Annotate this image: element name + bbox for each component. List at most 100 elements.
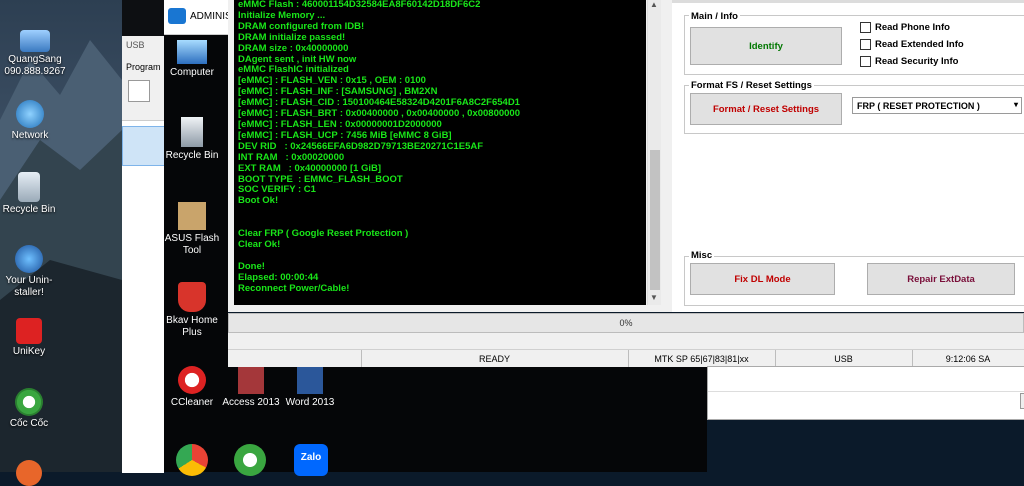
identify-button[interactable]: Identify — [690, 27, 842, 65]
desktop-icon-recycle-bin[interactable]: Recycle Bin — [0, 172, 64, 216]
desktop-icon-coccoc[interactable]: Cốc Cốc — [0, 388, 64, 430]
inner-icon-asus-flash-tool[interactable]: ASUS Flash Tool — [161, 202, 223, 257]
log-line: Elapsed: 00:00:44 — [238, 271, 319, 283]
status-platform: MTK SP 65|67|83|81|xx — [628, 350, 776, 367]
status-state: READY — [361, 350, 629, 367]
log-scrollbar[interactable]: ▲ ▼ — [647, 0, 662, 305]
inner-icon-ccleaner[interactable]: CCleaner — [161, 366, 223, 409]
format-title: Format FS / Reset Settings — [689, 80, 814, 91]
inner-icon-label: Recycle Bin — [165, 150, 219, 161]
usb-window: USB Program — [122, 36, 166, 473]
desktop-icon-uninstaller[interactable]: Your Unin-staller! — [0, 245, 64, 299]
inner-icon-label: ASUS Flash Tool — [164, 233, 220, 256]
main-info-title: Main / Info — [689, 11, 740, 22]
inner-icon-label: Access 2013 — [222, 397, 280, 408]
control-panel: Main / Info Identify Read Phone Info Rea… — [672, 0, 1024, 312]
desktop-icon-label: Network — [11, 130, 49, 141]
inner-icon-label: CCleaner — [170, 397, 214, 408]
inner-icon-label: Word 2013 — [285, 397, 335, 408]
firefox-icon[interactable] — [16, 460, 42, 486]
log-line: Boot Ok! — [238, 195, 279, 207]
read-extended-info-checkbox[interactable]: Read Extended Info — [860, 39, 964, 50]
checkbox-box[interactable] — [860, 22, 871, 33]
usb-window-body — [122, 120, 164, 473]
progress-text: 0% — [619, 318, 633, 328]
ccleaner-icon — [178, 366, 206, 394]
log-line: Clear Ok! — [238, 238, 281, 250]
inner-icon-recycle-bin[interactable]: Recycle Bin — [161, 117, 223, 162]
checkbox-label: Read Phone Info — [875, 22, 950, 33]
checkbox-box[interactable] — [860, 39, 871, 50]
log-line: DRAM size : 0x40000000 — [238, 42, 349, 54]
log-line: Clear FRP ( Google Reset Protection ) — [238, 228, 409, 240]
computer-icon — [177, 40, 207, 64]
checkbox-label: Read Extended Info — [875, 39, 964, 50]
status-cell-blank — [228, 350, 362, 367]
inner-icon-label: Bkav Home Plus — [166, 315, 218, 338]
coccoc-icon[interactable] — [234, 444, 266, 476]
tab-strip — [672, 0, 1024, 3]
recycle-bin-icon — [18, 172, 40, 202]
selected-item[interactable] — [122, 126, 166, 166]
desktop-icon-quangsang[interactable]: QuangSang 090.888.9267 — [0, 28, 70, 78]
uninstaller-icon — [15, 245, 43, 273]
log-line: DRAM initialize passed! — [238, 31, 346, 43]
desktop-icon-unikey[interactable]: UniKey — [0, 318, 64, 358]
status-port: USB — [775, 350, 913, 367]
asus-flash-tool-icon — [178, 202, 206, 230]
usb-tab[interactable]: USB — [126, 40, 145, 50]
window-body-gap — [228, 333, 1024, 349]
read-phone-info-checkbox[interactable]: Read Phone Info — [860, 22, 950, 33]
program-icon — [128, 80, 150, 102]
format-mode-select[interactable]: FRP ( RESET PROTECTION ) ▾ — [852, 97, 1022, 114]
select-value: FRP ( RESET PROTECTION ) — [857, 100, 980, 111]
repair-extdata-button[interactable]: Repair ExtData — [867, 263, 1015, 295]
background-dialog — [707, 366, 1024, 420]
access-icon — [238, 366, 264, 394]
chevron-down-icon[interactable]: ▾ — [1014, 100, 1018, 109]
chrome-icon[interactable] — [176, 444, 208, 476]
program-label: Program — [126, 62, 161, 72]
progress-bar: 0% — [228, 313, 1024, 333]
desktop-icon-network[interactable]: Network — [0, 100, 65, 142]
recycle-bin-icon — [181, 117, 203, 147]
unikey-icon — [16, 318, 42, 344]
status-time: 9:12:06 SA — [945, 353, 991, 364]
inner-icon-computer[interactable]: Computer — [161, 40, 223, 79]
dialog-button-edge[interactable] — [1020, 393, 1024, 409]
desktop-icon-label: Recycle Bin — [2, 204, 56, 215]
desktop-icon-label: QuangSang 090.888.9267 — [4, 54, 66, 77]
log-line: INT RAM : 0x00020000 — [238, 151, 345, 163]
scroll-down-arrow-icon[interactable]: ▼ — [650, 293, 658, 302]
desktop-icon-label: UniKey — [12, 346, 46, 357]
inner-icon-word[interactable]: Word 2013 — [279, 366, 341, 409]
teamviewer-icon — [168, 8, 186, 24]
admin-window-title[interactable]: ADMINIS — [164, 0, 232, 35]
log-line: Reconnect Power/Cable! — [238, 282, 350, 294]
inner-icon-access[interactable]: Access 2013 — [220, 366, 282, 409]
inner-icon-label: Computer — [170, 67, 214, 78]
scroll-up-arrow-icon[interactable]: ▲ — [650, 0, 658, 9]
log-line: EXT RAM : 0x40000000 [1 GiB] — [238, 162, 382, 174]
log-line: SOC VERIFY : C1 — [238, 184, 316, 196]
network-icon — [16, 100, 44, 128]
desktop-icon-label: Cốc Cốc — [9, 418, 49, 429]
misc-title: Misc — [689, 250, 715, 261]
computer-icon — [20, 30, 50, 52]
status-bar: READY MTK SP 65|67|83|81|xx USB 9:12:06 … — [228, 349, 1024, 367]
fix-dl-mode-button[interactable]: Fix DL Mode — [690, 263, 835, 295]
scrollbar-thumb[interactable] — [650, 150, 660, 290]
log-output: eMMC Flash : 460001154D32584EA8F60142D18… — [234, 0, 646, 305]
desktop-icon-label: Your Unin-staller! — [5, 275, 53, 298]
read-security-info-checkbox[interactable]: Read Security Info — [860, 56, 958, 67]
coccoc-icon — [15, 388, 43, 416]
checkbox-box[interactable] — [860, 56, 871, 67]
zalo-icon[interactable]: Zalo — [294, 444, 328, 476]
dialog-divider — [708, 391, 1024, 392]
admin-title-text: ADMINIS — [190, 11, 232, 22]
format-reset-button[interactable]: Format / Reset Settings — [690, 93, 842, 125]
inner-icon-bkav[interactable]: Bkav Home Plus — [161, 282, 223, 339]
checkbox-label: Read Security Info — [875, 56, 959, 67]
